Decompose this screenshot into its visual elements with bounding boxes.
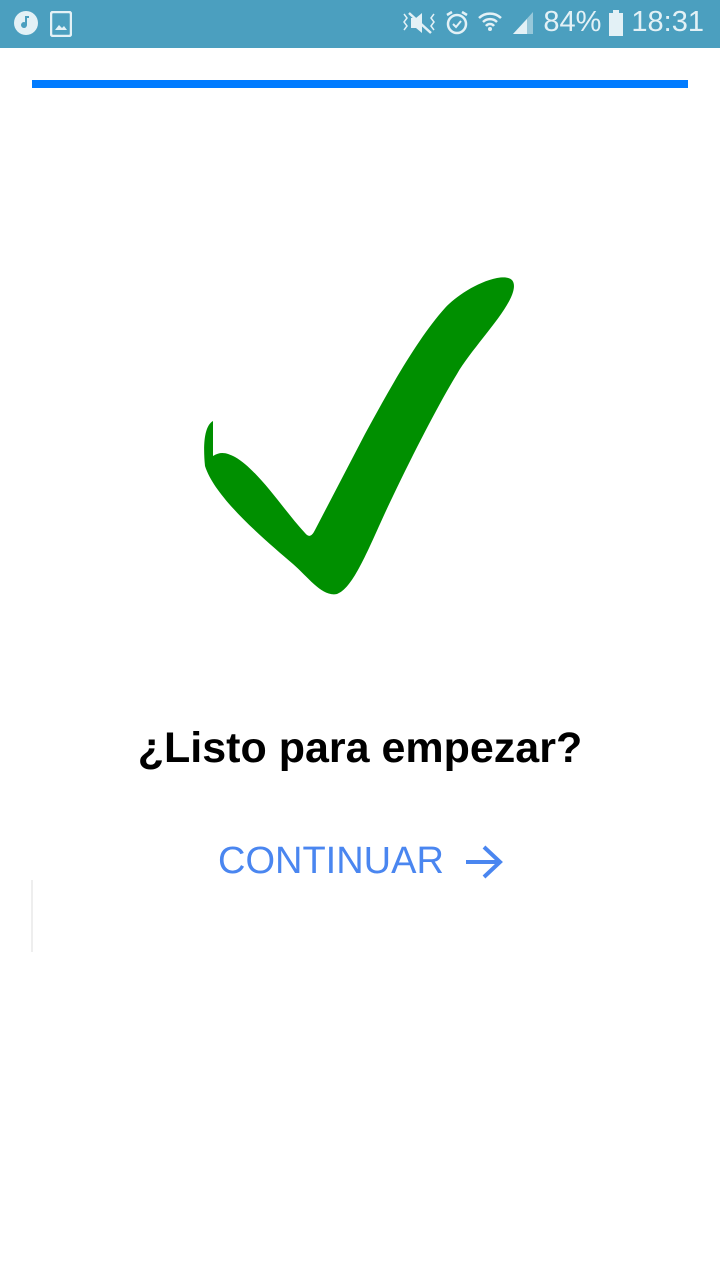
status-bar: 84% 18:31 [0, 0, 720, 48]
divider [31, 880, 33, 952]
page-title: ¿Listo para empezar? [137, 724, 583, 772]
arrow-right-icon [465, 845, 503, 878]
progress-bar [32, 80, 688, 88]
alarm-icon [446, 10, 469, 34]
vibrate-mute-icon [403, 11, 436, 34]
progress-fill [32, 80, 688, 88]
music-icon [14, 11, 38, 35]
continue-label: CONTINUAR [218, 840, 444, 882]
battery-icon [609, 9, 624, 36]
signal-icon [513, 11, 534, 34]
checkmark-icon [204, 277, 514, 595]
image-icon [50, 11, 72, 37]
clock: 18:31 [631, 6, 704, 38]
battery-percent: 84% [543, 6, 602, 38]
wifi-icon [478, 11, 503, 31]
continue-button[interactable]: CONTINUAR [218, 840, 504, 883]
